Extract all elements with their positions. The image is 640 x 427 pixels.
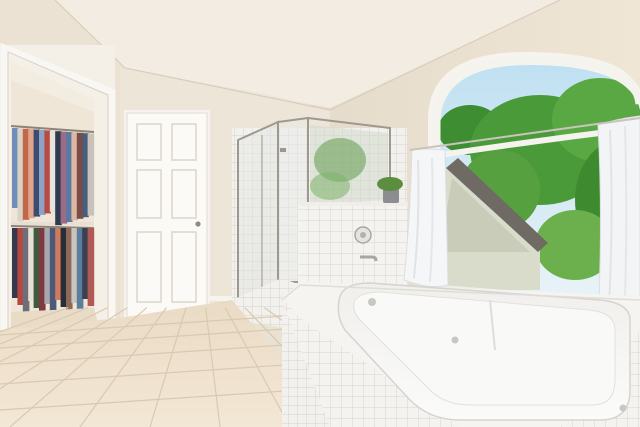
hanging-clothes-lower bbox=[12, 228, 95, 315]
potted-plant bbox=[377, 177, 403, 191]
hanging-clothes-upper bbox=[12, 128, 95, 226]
trousers bbox=[87, 228, 95, 306]
jetted-tub bbox=[281, 282, 640, 427]
shirt bbox=[87, 133, 95, 216]
tub-jet bbox=[451, 336, 459, 344]
door-knob bbox=[195, 221, 201, 227]
tub-jet bbox=[368, 298, 376, 306]
tub-jet bbox=[619, 404, 627, 412]
bathroom-scene bbox=[0, 0, 640, 427]
bathroom-photo bbox=[0, 0, 640, 427]
closet-doorway bbox=[0, 42, 116, 340]
